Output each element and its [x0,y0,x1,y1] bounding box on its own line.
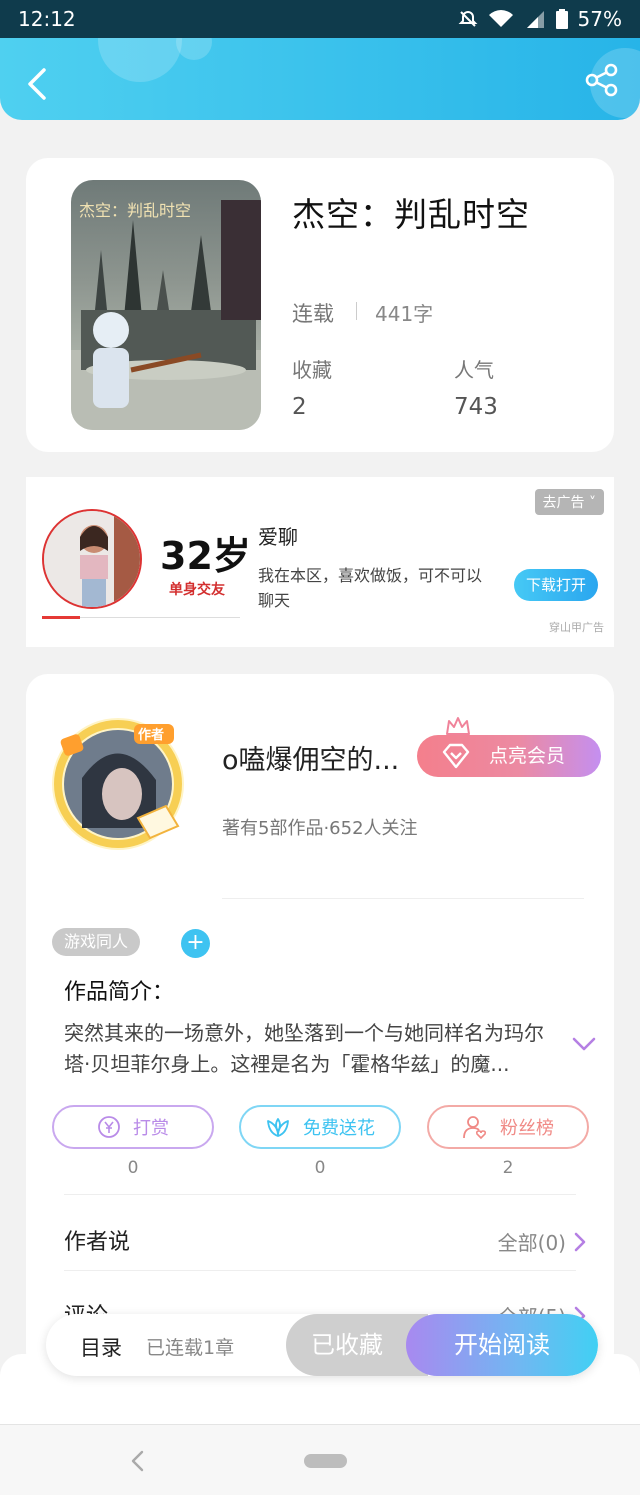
divider [64,1270,576,1271]
tip-count: 0 [127,1158,139,1178]
author-meta: 著有5部作品·652人关注 [222,818,418,839]
wifi-icon [488,10,513,27]
add-tag-button[interactable]: + [181,929,210,958]
book-cover-image[interactable]: 杰空：判乱时空 [71,180,261,430]
ad-description: 我在本区，喜欢做饭，可不可以聊天 [258,566,483,610]
nav-back-icon[interactable] [128,1449,148,1473]
user-heart-icon [463,1116,487,1140]
reading-action-bar: 目录 已连载1章 已收藏 开始阅读 [46,1314,598,1376]
decor-bubble [98,38,182,82]
author-avatar-frame: 作者 [52,718,184,850]
plus-icon: + [186,930,205,955]
fan-ranking-label: 粉丝榜 [500,1118,554,1139]
nav-home-pill[interactable] [304,1454,347,1468]
ad-person-image [44,511,140,607]
fan-count: 2 [502,1158,514,1178]
signal-icon [526,11,544,28]
chapter-count: 已连载1章 [146,1337,235,1359]
intro-text: 突然其来的一场意外，她坠落到一个与她同样名为玛尔塔·贝坦菲尔身上。这裡是名为「霍… [64,1021,544,1076]
tip-label: 打赏 [133,1118,169,1139]
ad-download-button[interactable]: 下载打开 [514,569,598,601]
author-avatar[interactable]: 作者 [38,708,206,860]
decor-bubble [176,38,212,60]
fan-ranking-button[interactable]: 粉丝榜 [427,1105,589,1149]
castle-illustration: 杰空：判乱时空 [71,200,261,430]
book-title: 杰空：判乱时空 [292,195,530,234]
serial-status: 连载 [292,302,334,326]
collected-label: 已收藏 [311,1331,383,1359]
ad-banner[interactable]: 32岁 单身交友 爱聊 我在本区，喜欢做饭，可不可以聊天 去广告 ˅ 下载打开 … [26,477,614,647]
tag-game-fanfic[interactable]: 游戏同人 [52,928,141,956]
favorites-value: 2 [292,394,307,420]
vip-button[interactable]: 点亮会员 [417,735,601,777]
flower-icon [267,1118,289,1137]
top-header [0,38,640,120]
favorites-label: 收藏 [292,358,332,382]
do-not-disturb-icon [458,10,477,27]
divider [64,1194,576,1195]
remove-ad-button[interactable]: 去广告 ˅ [534,489,604,515]
author-name[interactable]: o嗑爆佣空的... [222,738,399,777]
ad-age: 32岁 [160,534,251,578]
book-info-card: 杰空：判乱时空 杰空：判乱时空 连载 441字 收藏 2 人气 743 [26,158,614,452]
flower-count: 0 [314,1158,326,1178]
chevron-left-icon [28,68,46,100]
chevron-down-icon[interactable] [572,1036,596,1052]
author-says-title: 作者说 [64,1230,131,1255]
intro-title: 作品简介： [64,980,175,1005]
author-says-all-label: 全部(0) [497,1231,566,1255]
author-badge: 作者 [138,727,164,743]
share-button[interactable] [582,60,622,100]
ad-app-name: 爱聊 [258,525,298,549]
send-flower-label: 免费送花 [303,1118,375,1139]
battery-icon [555,9,568,29]
ad-divider-accent [42,616,80,619]
diamond-icon [442,743,470,769]
svg-text:杰空：判乱时空: 杰空：判乱时空 [79,201,191,220]
status-icons: 57% [458,7,622,31]
divider [222,898,584,899]
book-detail-card: 作者 o嗑爆佣空的... 点亮会员 著有5部作品·652人关注 游戏同人 + 作… [26,674,614,1374]
start-reading-button[interactable]: 开始阅读 [406,1314,598,1376]
yuan-coin-icon [98,1116,120,1138]
popularity-value: 743 [454,394,498,420]
status-time: 12:12 [18,7,76,31]
chevron-right-icon [574,1232,586,1251]
status-bar: 12:12 57% [0,0,640,38]
divider [356,302,357,320]
system-navigation-bar [0,1424,640,1495]
crown-icon [446,717,470,735]
author-says-all-link[interactable]: 全部(0) [498,1227,586,1256]
table-of-contents-button[interactable]: 目录 [80,1332,122,1362]
share-icon [585,63,618,97]
ad-subtitle: 单身交友 [169,582,225,598]
ad-source: 穿山甲广告 [549,621,604,634]
tip-button[interactable]: 打赏 [52,1105,214,1149]
chevron-down-icon: ˅ [589,495,596,511]
remove-ad-label: 去广告 [542,495,585,511]
vip-label: 点亮会员 [489,745,566,767]
ad-avatar [42,509,142,609]
battery-percent: 57% [577,7,622,31]
send-flower-button[interactable]: 免费送花 [239,1105,401,1149]
word-count: 441字 [375,302,434,326]
popularity-label: 人气 [454,358,494,382]
back-button[interactable] [18,62,58,102]
